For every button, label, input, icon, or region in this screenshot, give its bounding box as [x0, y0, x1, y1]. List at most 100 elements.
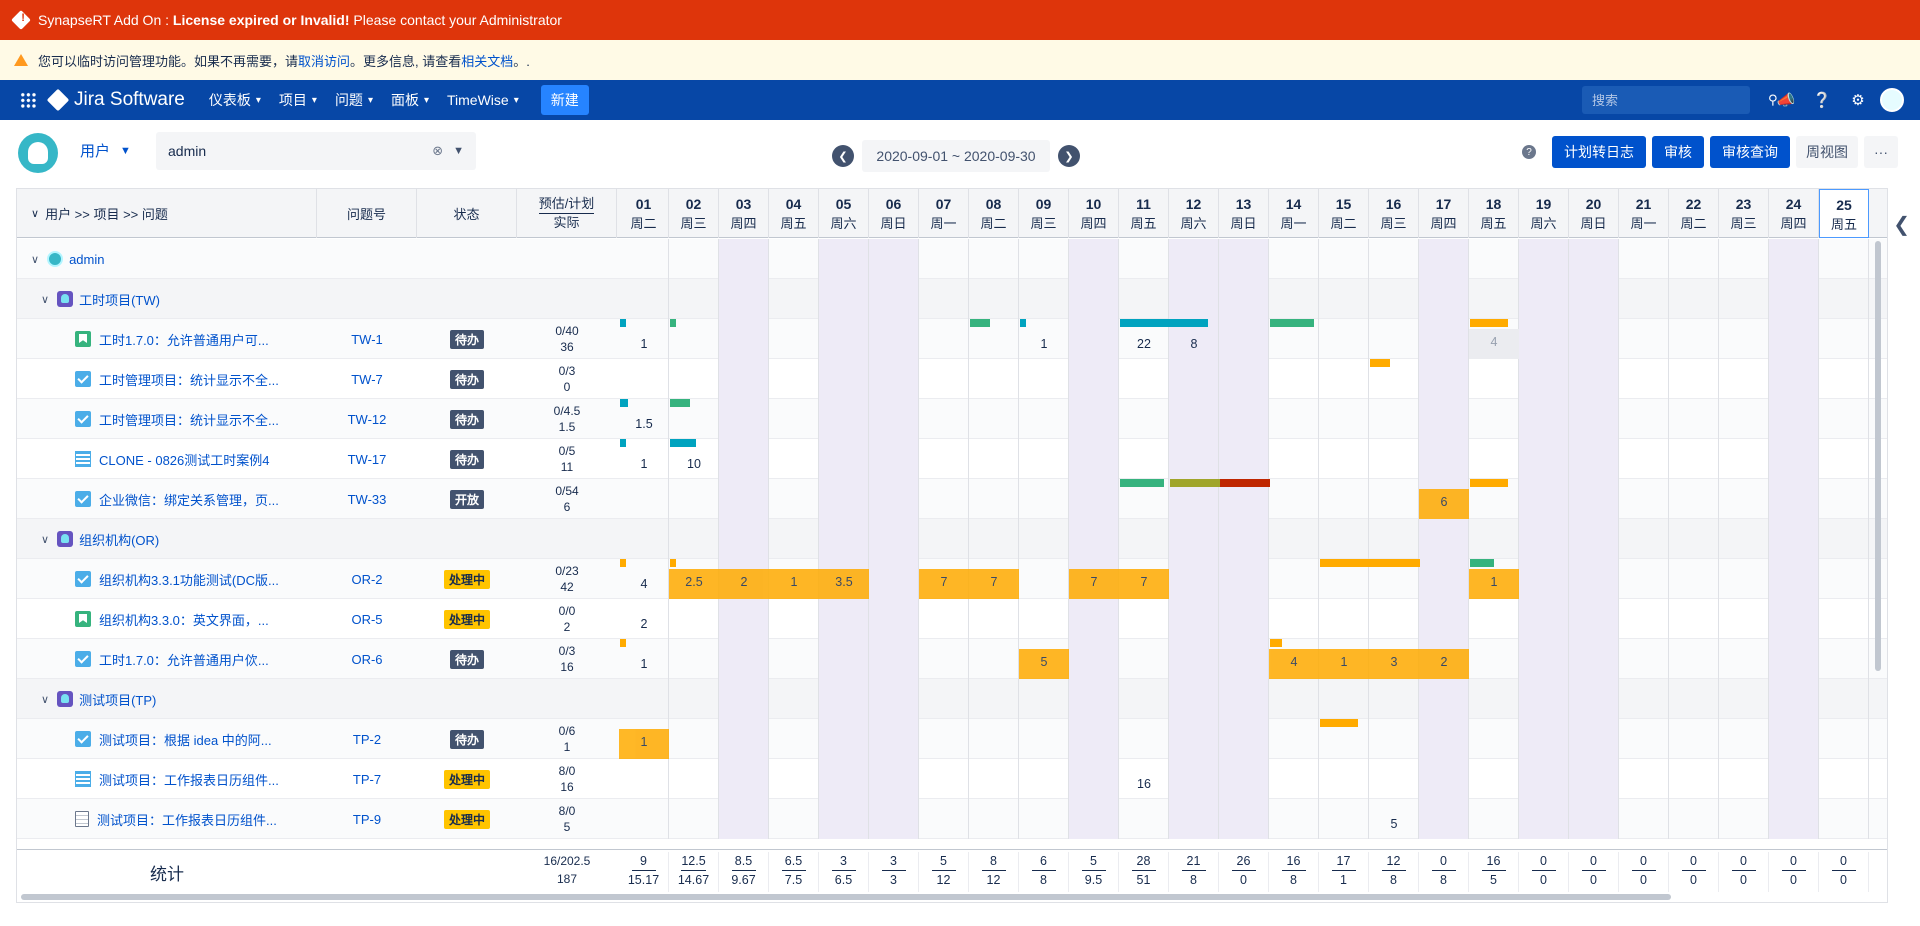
day-cell[interactable] — [1119, 439, 1169, 479]
issue-key-link[interactable]: TP-2 — [317, 719, 417, 759]
day-cell[interactable] — [1069, 759, 1119, 799]
logged-hours-cell[interactable]: 7 — [1119, 569, 1169, 599]
issue-key-link[interactable]: TW-7 — [317, 359, 417, 399]
day-cell[interactable] — [819, 719, 869, 759]
collapse-panel-icon[interactable]: ❮ — [1893, 212, 1910, 237]
day-cell[interactable] — [1619, 319, 1669, 359]
day-cell[interactable] — [969, 759, 1019, 799]
day-cell[interactable] — [1019, 439, 1069, 479]
day-cell[interactable] — [1519, 399, 1569, 439]
logged-hours-cell[interactable]: 1 — [619, 729, 669, 759]
global-search[interactable]: ⚲ — [1582, 86, 1778, 114]
plan-bar[interactable] — [1270, 639, 1282, 647]
day-cell[interactable] — [1369, 479, 1419, 519]
day-cell[interactable] — [1569, 399, 1619, 439]
day-cell[interactable] — [1269, 439, 1319, 479]
day-cell[interactable] — [1119, 639, 1169, 679]
issue-title[interactable]: 企业微信：绑定关系管理，页... — [75, 479, 279, 519]
jira-logo[interactable]: Jira Software — [46, 88, 185, 112]
chevron-down-icon[interactable]: ∨ — [41, 293, 49, 306]
day-cell[interactable] — [919, 319, 969, 359]
day-cell[interactable] — [769, 599, 819, 639]
day-cell[interactable] — [1719, 399, 1769, 439]
day-cell[interactable] — [1469, 719, 1519, 759]
day-cell[interactable] — [1169, 719, 1219, 759]
day-cell[interactable] — [1169, 359, 1219, 399]
plan-bar[interactable] — [670, 559, 676, 567]
day-cell[interactable] — [619, 479, 669, 519]
day-cell[interactable] — [1619, 759, 1669, 799]
day-header[interactable]: 01 周二 — [619, 189, 669, 238]
day-header[interactable]: 10 周四 — [1069, 189, 1119, 238]
day-cell[interactable] — [1269, 799, 1319, 839]
day-cell[interactable] — [1469, 759, 1519, 799]
day-cell[interactable] — [619, 759, 669, 799]
day-cell[interactable] — [1819, 479, 1869, 519]
day-cell[interactable] — [1319, 599, 1369, 639]
logged-hours-cell[interactable]: 2.5 — [669, 569, 719, 599]
day-cell[interactable] — [919, 359, 969, 399]
row-title-text[interactable]: 企业微信：绑定关系管理，页... — [99, 490, 279, 509]
logged-hours-cell[interactable]: 7 — [1069, 569, 1119, 599]
day-cell[interactable] — [1769, 599, 1819, 639]
day-cell[interactable] — [619, 799, 669, 839]
issue-title[interactable]: 工时管理项目：统计显示不全... — [75, 399, 279, 439]
day-header[interactable]: 15 周二 — [1319, 189, 1369, 238]
day-cell[interactable] — [769, 719, 819, 759]
plan-bar[interactable] — [620, 399, 628, 407]
day-cell[interactable] — [1519, 359, 1569, 399]
day-cell[interactable] — [819, 359, 869, 399]
day-cell[interactable] — [1219, 319, 1269, 359]
day-cell[interactable] — [1519, 559, 1569, 599]
day-cell[interactable] — [1669, 719, 1719, 759]
day-cell[interactable] — [869, 759, 919, 799]
day-cell[interactable] — [869, 359, 919, 399]
plan-bar[interactable] — [970, 319, 990, 327]
issue-title[interactable]: 工时管理项目：统计显示不全... — [75, 359, 279, 399]
day-cell[interactable] — [1719, 439, 1769, 479]
day-cell[interactable] — [669, 359, 719, 399]
day-header[interactable]: 04 周五 — [769, 189, 819, 238]
settings-gear-icon[interactable]: ⚙ — [1844, 86, 1872, 114]
day-cell[interactable] — [1819, 439, 1869, 479]
issue-key-link[interactable]: OR-5 — [317, 599, 417, 639]
day-cell[interactable] — [1419, 439, 1469, 479]
day-cell[interactable] — [1419, 319, 1469, 359]
day-cell[interactable] — [1419, 399, 1469, 439]
day-cell[interactable] — [1219, 639, 1269, 679]
day-cell[interactable] — [969, 399, 1019, 439]
next-period-icon[interactable]: ❯ — [1058, 145, 1080, 167]
plan-bar[interactable] — [670, 399, 690, 407]
day-cell[interactable] — [669, 599, 719, 639]
day-cell[interactable] — [1769, 399, 1819, 439]
row-title-text[interactable]: CLONE - 0826测试工时案例4 — [99, 450, 270, 469]
notifications-icon[interactable]: 📣 — [1772, 86, 1800, 114]
day-cell[interactable] — [869, 439, 919, 479]
day-cell[interactable] — [1069, 319, 1119, 359]
day-cell[interactable] — [869, 479, 919, 519]
day-cell[interactable] — [1319, 799, 1369, 839]
day-cell[interactable] — [969, 359, 1019, 399]
day-cell[interactable] — [1019, 359, 1069, 399]
plan-bar[interactable] — [620, 319, 626, 327]
day-cell[interactable] — [969, 479, 1019, 519]
day-cell[interactable] — [1069, 799, 1119, 839]
day-cell[interactable] — [1569, 479, 1619, 519]
pending-hours-cell[interactable]: 4 — [1469, 329, 1519, 359]
nav-dashboards[interactable]: 仪表板 ▾ — [209, 90, 261, 110]
day-cell[interactable] — [719, 319, 769, 359]
day-cell[interactable] — [869, 799, 919, 839]
prev-period-icon[interactable]: ❮ — [832, 145, 854, 167]
day-header[interactable]: 14 周一 — [1269, 189, 1319, 238]
day-cell[interactable] — [1319, 359, 1369, 399]
day-cell[interactable] — [1369, 599, 1419, 639]
day-cell[interactable] — [619, 359, 669, 399]
day-cell[interactable] — [769, 479, 819, 519]
day-cell[interactable] — [1019, 399, 1069, 439]
day-cell[interactable] — [1719, 479, 1769, 519]
day-cell[interactable] — [1169, 439, 1219, 479]
day-header[interactable]: 11 周五 — [1119, 189, 1169, 238]
day-cell[interactable] — [1169, 559, 1219, 599]
row-title-text[interactable]: 工时项目(TW) — [79, 290, 160, 309]
day-cell[interactable] — [769, 799, 819, 839]
